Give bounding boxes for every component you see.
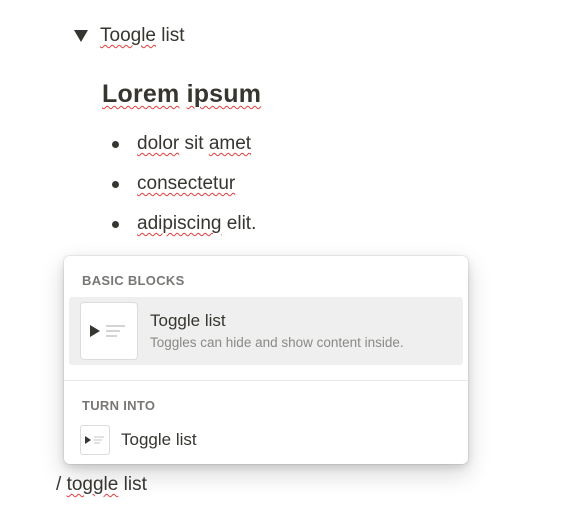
toggle-list-icon <box>80 302 138 360</box>
bullet-dot-icon <box>112 220 119 228</box>
slash-command-menu: BASIC BLOCKS Toggle list Toggles can hid… <box>64 256 468 464</box>
editor-page: Toogle list Lorem ipsum dolor sit amet c… <box>0 0 568 521</box>
basic-blocks-label: BASIC BLOCKS <box>82 273 185 288</box>
bullet-dot-icon <box>112 180 119 188</box>
list-item[interactable]: adipiscing elit. <box>112 204 256 244</box>
toggle-arrow-icon[interactable] <box>74 30 88 42</box>
list-item[interactable]: dolor sit amet <box>112 124 256 164</box>
list-item-text: elit. <box>221 213 257 234</box>
turn-into-toggle-list-option[interactable]: Toggle list <box>80 425 197 455</box>
list-item-word: adipiscing <box>137 213 222 234</box>
bulleted-list: dolor sit amet consectetur adipiscing el… <box>112 124 256 244</box>
list-item-word: amet <box>208 133 252 154</box>
heading-block[interactable]: Lorem ipsum <box>102 80 261 109</box>
option-description: Toggles can hide and show content inside… <box>150 334 404 350</box>
toggle-title-rest: list <box>156 25 185 46</box>
list-item-word: dolor <box>137 133 180 154</box>
toggle-title[interactable]: Toogle list <box>100 25 185 47</box>
option-title: Toggle list <box>150 310 226 330</box>
heading-word-2: ipsum <box>186 80 262 108</box>
slash-prefix: / <box>56 474 67 495</box>
bullet-dot-icon <box>112 140 119 148</box>
list-item[interactable]: consectetur <box>112 164 256 204</box>
toggle-list-small-icon <box>80 425 110 455</box>
toggle-title-word: Toogle <box>100 25 156 46</box>
turn-into-label: TURN INTO <box>82 398 156 413</box>
slash-command-input[interactable]: / toggle list <box>56 474 147 496</box>
slash-query-rest: list <box>118 474 147 495</box>
list-item-text: sit <box>179 133 209 154</box>
turn-into-option-label: Toggle list <box>121 430 197 449</box>
toggle-block[interactable]: Toogle list <box>74 25 185 47</box>
slash-query-word: toggle <box>66 474 119 495</box>
toggle-list-option[interactable]: Toggle list Toggles can hide and show co… <box>69 297 463 365</box>
menu-divider <box>64 380 468 381</box>
list-item-word: consectetur <box>137 173 236 194</box>
heading-word-1: Lorem <box>102 80 180 108</box>
